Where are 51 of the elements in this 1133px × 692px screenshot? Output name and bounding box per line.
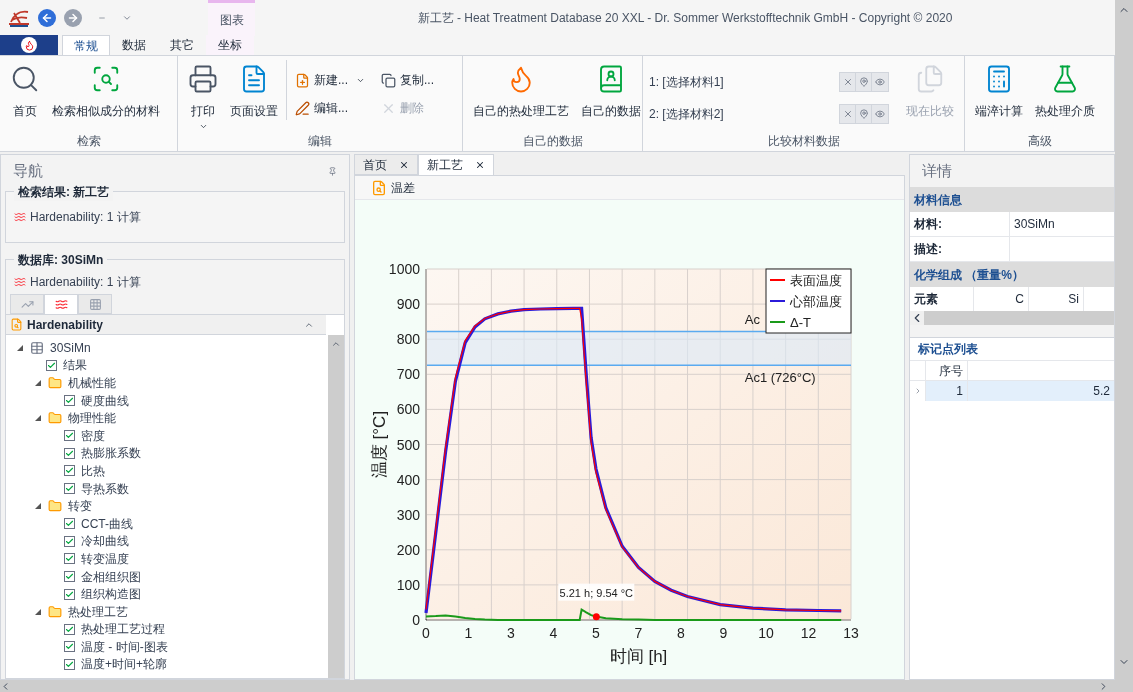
y-tick-label: 100 [396, 576, 420, 593]
y-tick-label: 200 [396, 541, 420, 558]
property-value: 30SiMn [1013, 216, 1056, 233]
section-header: 化学组成 （重量%） [910, 262, 1114, 287]
y-tick-label: 700 [396, 366, 420, 383]
y-tick-label: 400 [396, 471, 420, 488]
y-tick-label: 0 [412, 612, 420, 628]
group-label: 高级 [1026, 133, 1053, 150]
property-label: 材料: [910, 212, 1010, 236]
x-axis-title: 时间 [h] [609, 647, 668, 666]
y-tick-label: 500 [396, 436, 420, 453]
y-tick-label: 800 [396, 331, 420, 348]
x-tick-label: 7 [634, 625, 643, 641]
group-label: 检索 [75, 133, 102, 150]
x-tick-label: 8 [677, 625, 685, 641]
column-header: 序号 [926, 361, 968, 380]
reference-line-label: Ac1 (726°C) [744, 370, 816, 386]
y-tick-label: 300 [396, 506, 420, 523]
property-label: 描述: [910, 237, 1010, 261]
table-cell-text: 5.2 [1092, 383, 1111, 400]
y-tick-label: 1000 [388, 261, 420, 277]
legend-label: Δ-T [790, 315, 811, 330]
reference-line-label: Ac [744, 312, 760, 328]
y-tick-label: 600 [396, 401, 420, 418]
x-tick-label: 9 [719, 625, 728, 641]
table-cell: 1 [926, 381, 968, 401]
group-label: 比较材料数据 [766, 133, 841, 150]
window-title: 新工艺 - Heat Treatment Database 20 XXL - Dr. Sommer Werkstofftechnik GmbH - Copyright © 2020 [416, 10, 954, 27]
legend-label: 表面温度 [790, 273, 842, 288]
group-title: 检索结果: 新工艺 [14, 183, 114, 201]
x-tick-label: 4 [549, 625, 558, 641]
section-header: 标记点列表 [917, 341, 979, 358]
group-title: 数据库: 30SiMn [14, 251, 108, 269]
x-tick-label: 3 [507, 625, 515, 641]
tree-header-label: Hardenability [27, 316, 105, 334]
panel-title: 详情 [922, 160, 952, 181]
group-label: 编辑 [307, 133, 333, 150]
section-header: 材料信息 [910, 187, 1114, 212]
contextual-tab-header: 图表 [208, 0, 255, 36]
group-label: 自己的数据 [521, 133, 584, 150]
x-tick-label: 10 [758, 625, 774, 641]
x-tick-label: 1 [464, 625, 473, 641]
chart-panel-title: 温差 [391, 179, 415, 197]
y-axis-title: 温度 [°C] [370, 410, 389, 479]
y-tick-label: 900 [396, 296, 420, 313]
x-tick-label: 5 [592, 625, 600, 641]
panel-title: 导航 [13, 160, 43, 181]
legend-label: 心部温度 [790, 294, 842, 309]
x-tick-label: 12 [800, 625, 817, 641]
x-tick-label: 0 [422, 625, 430, 641]
x-tick-label: 13 [843, 625, 859, 641]
